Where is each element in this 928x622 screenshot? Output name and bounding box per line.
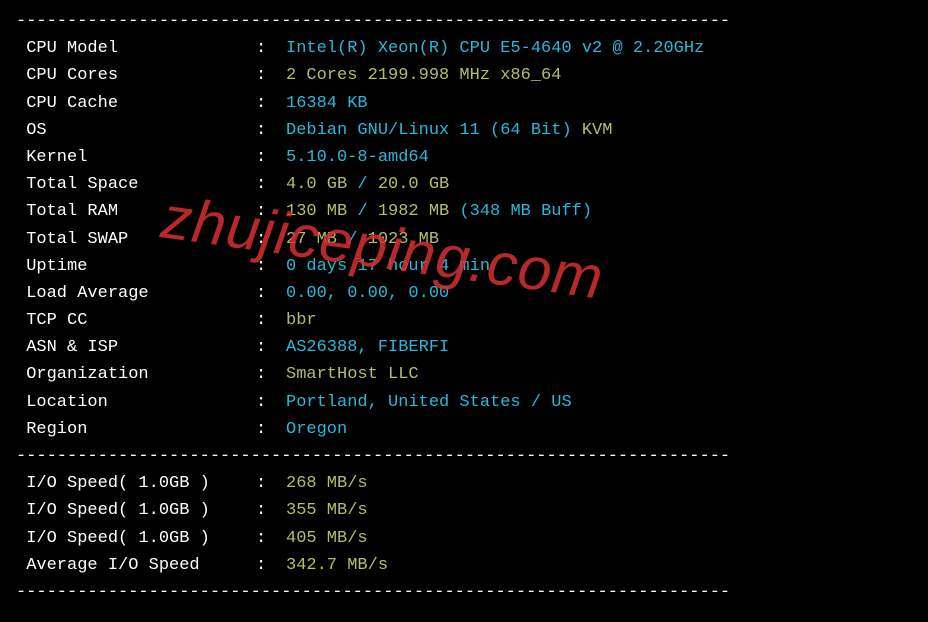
- row-cpu-model: CPU Model : Intel(R) Xeon(R) CPU E5-4640…: [16, 35, 912, 62]
- value-total-swap: 27 MB / 1023 MB: [286, 226, 912, 253]
- label-total-space: Total Space: [16, 171, 256, 198]
- colon: :: [256, 497, 286, 524]
- colon: :: [256, 416, 286, 443]
- row-cpu-cache: CPU Cache : 16384 KB: [16, 90, 912, 117]
- colon: :: [256, 470, 286, 497]
- label-kernel: Kernel: [16, 144, 256, 171]
- row-total-swap: Total SWAP : 27 MB / 1023 MB: [16, 226, 912, 253]
- row-io-test1: I/O Speed( 1.0GB ) : 268 MB/s: [16, 470, 912, 497]
- colon: :: [256, 525, 286, 552]
- colon: :: [256, 62, 286, 89]
- colon: :: [256, 389, 286, 416]
- value-total-ram: 130 MB / 1982 MB (348 MB Buff): [286, 198, 912, 225]
- value-os: Debian GNU/Linux 11 (64 Bit) KVM: [286, 117, 912, 144]
- label-io-test1: I/O Speed( 1.0GB ): [16, 470, 256, 497]
- row-cpu-cores: CPU Cores : 2 Cores 2199.998 MHz x86_64: [16, 62, 912, 89]
- value-cpu-cores: 2 Cores 2199.998 MHz x86_64: [286, 62, 912, 89]
- label-total-swap: Total SWAP: [16, 226, 256, 253]
- colon: :: [256, 90, 286, 117]
- value-io-avg: 342.7 MB/s: [286, 552, 912, 579]
- colon: :: [256, 552, 286, 579]
- value-tcp-cc: bbr: [286, 307, 912, 334]
- row-kernel: Kernel : 5.10.0-8-amd64: [16, 144, 912, 171]
- row-tcp-cc: TCP CC : bbr: [16, 307, 912, 334]
- label-cpu-cores: CPU Cores: [16, 62, 256, 89]
- row-io-test3: I/O Speed( 1.0GB ) : 405 MB/s: [16, 525, 912, 552]
- label-region: Region: [16, 416, 256, 443]
- row-uptime: Uptime : 0 days 17 hour 4 min: [16, 253, 912, 280]
- colon: :: [256, 226, 286, 253]
- label-os: OS: [16, 117, 256, 144]
- colon: :: [256, 117, 286, 144]
- colon: :: [256, 253, 286, 280]
- row-region: Region : Oregon: [16, 416, 912, 443]
- label-uptime: Uptime: [16, 253, 256, 280]
- label-io-test3: I/O Speed( 1.0GB ): [16, 525, 256, 552]
- colon: :: [256, 171, 286, 198]
- value-total-space: 4.0 GB / 20.0 GB: [286, 171, 912, 198]
- row-location: Location : Portland, United States / US: [16, 389, 912, 416]
- value-io-test1: 268 MB/s: [286, 470, 912, 497]
- value-io-test3: 405 MB/s: [286, 525, 912, 552]
- value-io-test2: 355 MB/s: [286, 497, 912, 524]
- label-organization: Organization: [16, 361, 256, 388]
- row-organization: Organization : SmartHost LLC: [16, 361, 912, 388]
- colon: :: [256, 35, 286, 62]
- row-os: OS : Debian GNU/Linux 11 (64 Bit) KVM: [16, 117, 912, 144]
- label-tcp-cc: TCP CC: [16, 307, 256, 334]
- label-asn-isp: ASN & ISP: [16, 334, 256, 361]
- colon: :: [256, 334, 286, 361]
- label-cpu-model: CPU Model: [16, 35, 256, 62]
- value-cpu-model: Intel(R) Xeon(R) CPU E5-4640 v2 @ 2.20GH…: [286, 35, 912, 62]
- value-cpu-cache: 16384 KB: [286, 90, 912, 117]
- label-load-avg: Load Average: [16, 280, 256, 307]
- colon: :: [256, 307, 286, 334]
- label-io-avg: Average I/O Speed: [16, 552, 256, 579]
- divider-mid: ----------------------------------------…: [16, 443, 912, 470]
- colon: :: [256, 144, 286, 171]
- value-asn-isp: AS26388, FIBERFI: [286, 334, 912, 361]
- colon: :: [256, 198, 286, 225]
- row-load-avg: Load Average : 0.00, 0.00, 0.00: [16, 280, 912, 307]
- divider-top: ----------------------------------------…: [16, 8, 912, 35]
- value-uptime: 0 days 17 hour 4 min: [286, 253, 912, 280]
- value-organization: SmartHost LLC: [286, 361, 912, 388]
- colon: :: [256, 361, 286, 388]
- value-load-avg: 0.00, 0.00, 0.00: [286, 280, 912, 307]
- value-kernel: 5.10.0-8-amd64: [286, 144, 912, 171]
- row-total-space: Total Space : 4.0 GB / 20.0 GB: [16, 171, 912, 198]
- value-location: Portland, United States / US: [286, 389, 912, 416]
- label-total-ram: Total RAM: [16, 198, 256, 225]
- label-io-test2: I/O Speed( 1.0GB ): [16, 497, 256, 524]
- label-cpu-cache: CPU Cache: [16, 90, 256, 117]
- row-io-test2: I/O Speed( 1.0GB ) : 355 MB/s: [16, 497, 912, 524]
- value-region: Oregon: [286, 416, 912, 443]
- row-total-ram: Total RAM : 130 MB / 1982 MB (348 MB Buf…: [16, 198, 912, 225]
- divider-bottom: ----------------------------------------…: [16, 579, 912, 606]
- row-io-avg: Average I/O Speed : 342.7 MB/s: [16, 552, 912, 579]
- label-location: Location: [16, 389, 256, 416]
- colon: :: [256, 280, 286, 307]
- row-asn-isp: ASN & ISP : AS26388, FIBERFI: [16, 334, 912, 361]
